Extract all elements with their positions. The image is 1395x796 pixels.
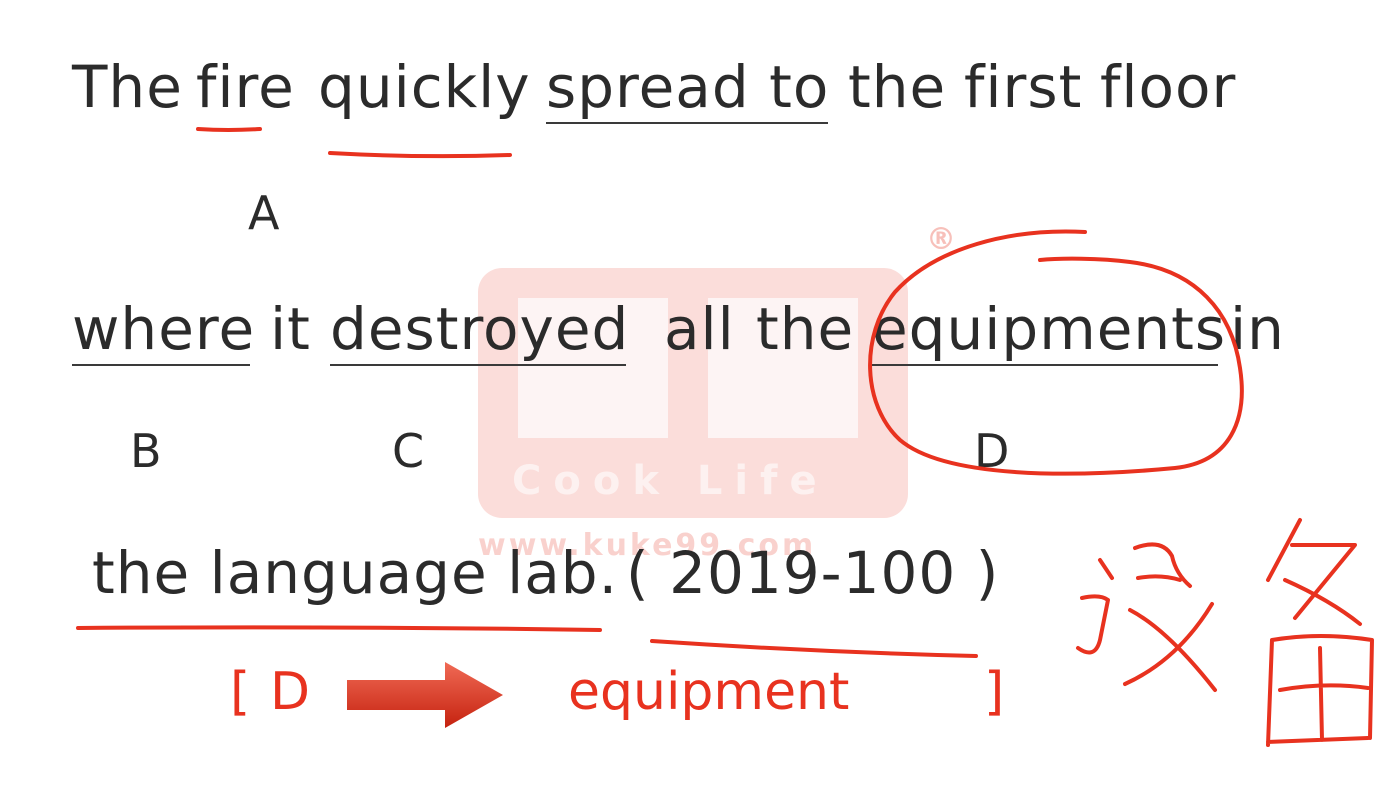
- option-a-phrase: spread to: [546, 53, 830, 121]
- underline-a: [546, 122, 828, 124]
- word-the-3: the: [756, 295, 855, 363]
- word-the-1: The: [72, 53, 183, 121]
- word-it: it: [270, 295, 311, 363]
- watermark-brand: Cook Life: [512, 458, 829, 504]
- word-the-2: the: [848, 53, 947, 121]
- answer-open-bracket: [: [230, 662, 251, 722]
- ink-underline-fire: [196, 127, 262, 132]
- option-c-label: C: [392, 424, 425, 478]
- answer-correction: equipment: [568, 662, 850, 722]
- option-b-label: B: [130, 424, 162, 478]
- word-all: all: [664, 295, 735, 363]
- word-fire: fire: [196, 53, 295, 121]
- answer-close-bracket: ]: [984, 662, 1005, 722]
- ink-underline-language-lab: [76, 625, 602, 632]
- option-a-label: A: [248, 186, 280, 240]
- phrase-language-lab: the language lab.: [92, 539, 619, 607]
- option-d-phrase: equipments: [872, 295, 1227, 363]
- underline-d: [870, 364, 1218, 366]
- word-in: in: [1230, 295, 1285, 363]
- question-source: ( 2019-100 ): [626, 539, 1000, 607]
- word-floor: floor: [1100, 53, 1237, 121]
- underline-b: [72, 364, 250, 366]
- ink-char-she: [1076, 542, 1217, 692]
- option-c-phrase: destroyed: [330, 295, 630, 363]
- word-quickly: quickly: [318, 53, 531, 121]
- word-first: first: [964, 53, 1083, 121]
- option-b-phrase: where: [72, 295, 256, 363]
- answer-letter: D: [270, 662, 311, 722]
- ink-chinese-note-text: 设备: [1230, 757, 1234, 761]
- right-arrow-icon: [347, 662, 503, 728]
- watermark-registered-mark: ®: [926, 222, 956, 257]
- ink-char-bei: [1266, 518, 1374, 747]
- ink-underline-source: [650, 639, 978, 658]
- option-d-label: D: [974, 424, 1010, 478]
- underline-c: [330, 364, 626, 366]
- ink-underline-quickly: [328, 151, 512, 159]
